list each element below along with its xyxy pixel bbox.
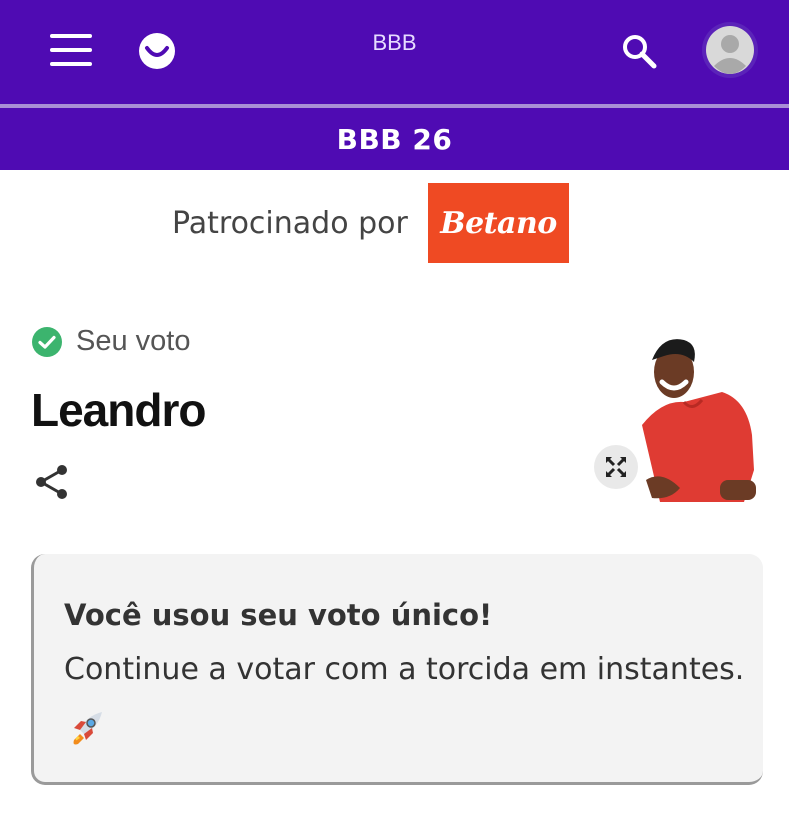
- vote-used-notice: Você usou seu voto único! Continue a vot…: [31, 554, 763, 785]
- notice-title: Você usou seu voto único!: [64, 598, 493, 632]
- page-title: BBB: [372, 30, 417, 55]
- search-icon[interactable]: [620, 32, 658, 70]
- rocket-icon: [73, 712, 102, 745]
- user-avatar-button[interactable]: [702, 22, 758, 78]
- expand-photo-button[interactable]: [594, 445, 638, 489]
- section-title: BBB 26: [336, 122, 453, 156]
- user-avatar-icon: [706, 26, 754, 74]
- candidate-photo[interactable]: [622, 330, 762, 510]
- sponsor-brand: Betano: [440, 205, 557, 241]
- notice-message: Continue a votar com a torcida em instan…: [64, 652, 745, 687]
- sponsor-banner: Patrocinado por Betano: [0, 182, 789, 264]
- share-icon[interactable]: [35, 464, 69, 500]
- sponsor-logo-link[interactable]: Betano: [428, 183, 569, 263]
- vote-status-label: Seu voto: [76, 325, 191, 357]
- check-circle-icon: [32, 327, 62, 357]
- sponsor-label: Patrocinado por: [172, 206, 408, 241]
- top-app-bar: BBB: [0, 0, 789, 104]
- candidate-name: Leandro: [31, 384, 206, 436]
- section-bar: BBB 26: [0, 108, 789, 170]
- expand-icon: [606, 457, 626, 477]
